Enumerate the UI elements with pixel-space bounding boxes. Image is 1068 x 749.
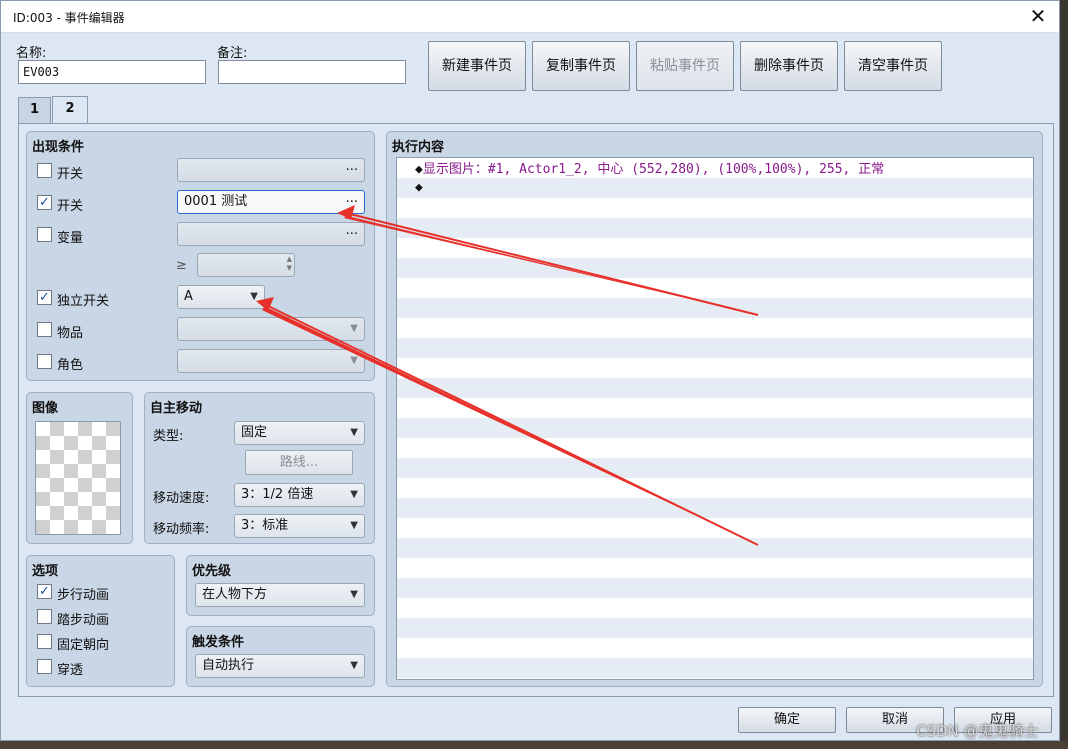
stepping-anim-label: 踏步动画 xyxy=(57,613,110,628)
switch2-select[interactable]: 0001 测试 ... xyxy=(177,190,365,214)
name-input[interactable]: EV003 xyxy=(18,60,206,84)
delete-page-button[interactable]: 删除事件页 xyxy=(740,41,838,91)
move-frequency-label: 移动频率: xyxy=(153,522,210,537)
item-label: 物品 xyxy=(57,326,84,341)
conditions-title: 出现条件 xyxy=(32,140,85,155)
self-switch-checkbox[interactable]: ✓ xyxy=(37,290,52,305)
ok-button[interactable]: 确定 xyxy=(738,707,836,733)
new-page-button[interactable]: 新建事件页 xyxy=(428,41,526,91)
autonomous-movement-group: 自主移动 类型: 固定 ▼ 路线... 移动速度: 3：1/2 倍速 ▼ 移动频… xyxy=(144,392,375,544)
move-speed-label: 移动速度: xyxy=(153,491,210,506)
trigger-title: 触发条件 xyxy=(192,635,245,650)
actor-checkbox[interactable] xyxy=(37,354,52,369)
variable-label: 变量 xyxy=(57,231,84,246)
options-title: 选项 xyxy=(32,564,59,579)
contents-title: 执行内容 xyxy=(392,140,445,155)
image-title: 图像 xyxy=(32,401,59,416)
route-button[interactable]: 路线... xyxy=(245,450,353,475)
self-switch-dropdown[interactable]: A ▼ xyxy=(177,285,265,309)
priority-dropdown[interactable]: 在人物下方 ▼ xyxy=(195,583,365,607)
self-switch-value: A xyxy=(184,289,193,304)
spinner-arrows-icon[interactable]: ▲ ▼ xyxy=(287,255,292,273)
browse-icon: ... xyxy=(345,159,358,174)
switch1-label: 开关 xyxy=(57,167,84,182)
switch2-value: 0001 测试 xyxy=(184,194,248,209)
variable-select[interactable]: ... xyxy=(177,222,365,246)
through-label: 穿透 xyxy=(57,663,84,678)
stepping-anim-checkbox[interactable] xyxy=(37,609,52,624)
chevron-down-icon: ▼ xyxy=(350,660,358,671)
title-bar: ID:003 - 事件编辑器 ✕ xyxy=(1,1,1059,33)
walking-anim-label: 步行动画 xyxy=(57,588,110,603)
chevron-down-icon: ▼ xyxy=(350,520,358,531)
command-line[interactable]: ◆ xyxy=(415,178,423,198)
switch2-label: 开关 xyxy=(57,199,84,214)
variable-checkbox[interactable] xyxy=(37,227,52,242)
image-group: 图像 xyxy=(26,392,133,544)
switch1-checkbox[interactable] xyxy=(37,163,52,178)
clear-page-button[interactable]: 清空事件页 xyxy=(844,41,942,91)
move-type-label: 类型: xyxy=(153,429,184,444)
item-checkbox[interactable] xyxy=(37,322,52,337)
priority-value: 在人物下方 xyxy=(202,587,268,602)
command-bullet: ◆ xyxy=(415,162,423,177)
conditions-group: 出现条件 开关 ... ✓ 开关 0001 测试 ... 变量 ... ≥ ▲ ▼… xyxy=(26,131,375,381)
through-checkbox[interactable] xyxy=(37,659,52,674)
tab-page-1[interactable]: 1 xyxy=(18,97,51,123)
window-title: ID:003 - 事件编辑器 xyxy=(13,11,125,25)
copy-page-button[interactable]: 复制事件页 xyxy=(532,41,630,91)
event-editor-window: ID:003 - 事件编辑器 ✕ 名称: EV003 备注: 新建事件页 复制事… xyxy=(0,0,1060,741)
close-icon[interactable]: ✕ xyxy=(1025,4,1051,28)
direction-fix-checkbox[interactable] xyxy=(37,634,52,649)
watermark: CSDN @鬼鬼骑士 xyxy=(916,722,1039,740)
page-panel: 出现条件 开关 ... ✓ 开关 0001 测试 ... 变量 ... ≥ ▲ ▼… xyxy=(18,123,1054,697)
chevron-down-icon: ▼ xyxy=(350,589,358,600)
note-input[interactable] xyxy=(218,60,406,84)
command-line[interactable]: ◆显示图片：#1, Actor1_2, 中心 (552,280), (100%,… xyxy=(415,160,884,180)
move-frequency-value: 3：标准 xyxy=(241,518,289,533)
note-label: 备注: xyxy=(217,46,248,61)
command-text: 显示图片：#1, Actor1_2, 中心 (552,280), (100%,1… xyxy=(422,162,885,177)
options-group: 选项 ✓ 步行动画 踏步动画 固定朝向 穿透 xyxy=(26,555,175,687)
tab-page-2[interactable]: 2 xyxy=(52,96,88,124)
switch1-select[interactable]: ... xyxy=(177,158,365,182)
variable-operator: ≥ xyxy=(176,258,187,273)
background-map-strip xyxy=(0,741,1068,749)
actor-dropdown[interactable]: ▼ xyxy=(177,349,365,373)
move-speed-dropdown[interactable]: 3：1/2 倍速 ▼ xyxy=(234,483,365,507)
autonomous-title: 自主移动 xyxy=(150,401,203,416)
actor-label: 角色 xyxy=(57,358,84,373)
variable-value-spinner[interactable]: ▲ ▼ xyxy=(197,253,295,277)
walking-anim-checkbox[interactable]: ✓ xyxy=(37,584,52,599)
contents-group: 执行内容 ◆显示图片：#1, Actor1_2, 中心 (552,280), (… xyxy=(386,131,1043,687)
chevron-down-icon: ▼ xyxy=(350,355,358,366)
switch2-checkbox[interactable]: ✓ xyxy=(37,195,52,210)
item-dropdown[interactable]: ▼ xyxy=(177,317,365,341)
move-type-dropdown[interactable]: 固定 ▼ xyxy=(234,421,365,445)
self-switch-label: 独立开关 xyxy=(57,294,110,309)
browse-icon: ... xyxy=(345,191,358,206)
priority-title: 优先级 xyxy=(192,564,232,579)
move-speed-value: 3：1/2 倍速 xyxy=(241,487,314,502)
chevron-down-icon: ▼ xyxy=(350,489,358,500)
browse-icon: ... xyxy=(345,223,358,238)
chevron-down-icon: ▼ xyxy=(350,323,358,334)
command-list[interactable]: ◆显示图片：#1, Actor1_2, 中心 (552,280), (100%,… xyxy=(396,157,1034,680)
paste-page-button[interactable]: 粘贴事件页 xyxy=(636,41,734,91)
chevron-down-icon: ▼ xyxy=(350,427,358,438)
image-preview[interactable] xyxy=(35,421,121,535)
move-frequency-dropdown[interactable]: 3：标准 ▼ xyxy=(234,514,365,538)
trigger-group: 触发条件 自动执行 ▼ xyxy=(186,626,375,687)
chevron-down-icon: ▼ xyxy=(250,291,258,302)
direction-fix-label: 固定朝向 xyxy=(57,638,110,653)
command-bullet: ◆ xyxy=(415,180,423,195)
name-label: 名称: xyxy=(16,46,47,61)
trigger-value: 自动执行 xyxy=(202,658,255,673)
priority-group: 优先级 在人物下方 ▼ xyxy=(186,555,375,616)
move-type-value: 固定 xyxy=(241,425,268,440)
trigger-dropdown[interactable]: 自动执行 ▼ xyxy=(195,654,365,678)
